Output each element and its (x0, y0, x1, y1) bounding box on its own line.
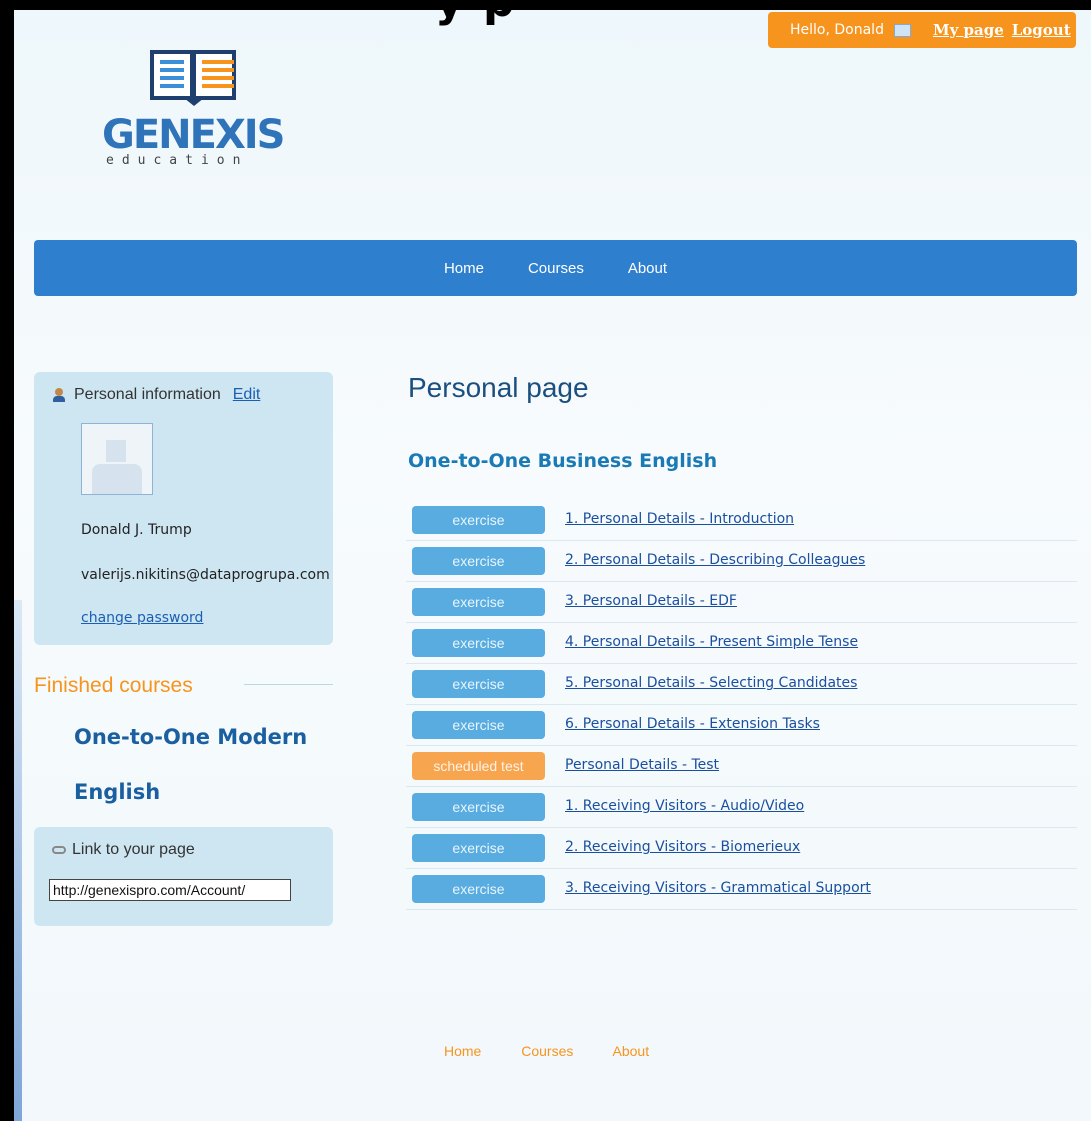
exercise-badge[interactable]: exercise (412, 711, 545, 739)
logo[interactable]: GENEXIS education (102, 48, 285, 173)
person-icon (52, 388, 66, 402)
user-name: Donald J. Trump (81, 522, 192, 538)
book-logo-icon (150, 50, 236, 106)
exercise-link[interactable]: 3. Receiving Visitors - Grammatical Supp… (565, 880, 871, 896)
page-link-heading: Link to your page (72, 841, 195, 858)
change-password-link[interactable]: change password (81, 610, 203, 626)
personal-info-header: Personal information Edit (52, 386, 260, 404)
footer-nav: Home Courses About (444, 1043, 685, 1059)
exercise-badge[interactable]: exercise (412, 834, 545, 862)
exercise-badge[interactable]: exercise (412, 793, 545, 821)
list-item: exercise 1. Personal Details - Introduct… (406, 500, 1077, 541)
finished-course[interactable]: One-to-One Modern English (74, 710, 334, 820)
finished-course-line1: One-to-One Modern (74, 725, 308, 749)
exercise-list: exercise 1. Personal Details - Introduct… (406, 500, 1077, 910)
window-frame-top (0, 0, 1091, 10)
exercise-badge[interactable]: exercise (412, 875, 545, 903)
exercise-link[interactable]: 2. Receiving Visitors - Biomerieux (565, 839, 800, 855)
exercise-link[interactable]: 3. Personal Details - EDF (565, 593, 737, 609)
exercise-link[interactable]: 1. Receiving Visitors - Audio/Video (565, 798, 804, 814)
user-bar: Hello, Donald My page Logout (768, 12, 1076, 48)
avatar (81, 423, 153, 495)
list-item: exercise 3. Receiving Visitors - Grammat… (406, 869, 1077, 910)
mail-icon[interactable] (893, 23, 911, 37)
course-title: One-to-One Business English (408, 450, 718, 472)
exercise-link[interactable]: 1. Personal Details - Introduction (565, 511, 794, 527)
page-link-panel: Link to your page (34, 827, 333, 926)
footer-courses[interactable]: Courses (521, 1043, 573, 1059)
my-page-link[interactable]: My page (933, 21, 1004, 39)
list-item: exercise 2. Receiving Visitors - Biomeri… (406, 828, 1077, 869)
list-item: exercise 3. Personal Details - EDF (406, 582, 1077, 623)
exercise-link[interactable]: 4. Personal Details - Present Simple Ten… (565, 634, 858, 650)
link-icon (52, 846, 66, 854)
exercise-badge[interactable]: exercise (412, 506, 545, 534)
exercise-link[interactable]: 5. Personal Details - Selecting Candidat… (565, 675, 857, 691)
nav-courses[interactable]: Courses (528, 260, 584, 277)
finished-divider (244, 684, 333, 685)
exercise-badge[interactable]: exercise (412, 547, 545, 575)
personal-info-panel: Personal information Edit Donald J. Trum… (34, 372, 333, 645)
footer-about[interactable]: About (613, 1043, 650, 1059)
exercise-link[interactable]: 2. Personal Details - Describing Colleag… (565, 552, 865, 568)
list-item: exercise 6. Personal Details - Extension… (406, 705, 1077, 746)
top-title-fragment: y p (435, 0, 517, 27)
logo-tagline: education (106, 153, 249, 168)
page-link-field[interactable] (49, 879, 291, 901)
page-link-header: Link to your page (52, 841, 195, 859)
logout-link[interactable]: Logout (1012, 21, 1071, 39)
exercise-badge[interactable]: exercise (412, 629, 545, 657)
edit-link[interactable]: Edit (233, 386, 261, 404)
exercise-badge[interactable]: exercise (412, 588, 545, 616)
page-title: Personal page (408, 372, 589, 403)
avatar-body-shape (92, 464, 142, 494)
footer-home[interactable]: Home (444, 1043, 481, 1059)
window-frame-left (0, 0, 14, 1121)
personal-info-heading: Personal information (74, 386, 221, 403)
user-email: valerijs.nikitins@dataprogrupa.com (81, 567, 330, 583)
logo-brand: GENEXIS (102, 112, 285, 158)
exercise-link[interactable]: Personal Details - Test (565, 757, 719, 773)
list-item: exercise 5. Personal Details - Selecting… (406, 664, 1077, 705)
finished-courses-heading: Finished courses (34, 674, 193, 697)
main-nav: Home Courses About (34, 240, 1077, 296)
nav-home[interactable]: Home (444, 260, 484, 277)
scheduled-test-badge[interactable]: scheduled test (412, 752, 545, 780)
list-item: exercise 4. Personal Details - Present S… (406, 623, 1077, 664)
list-item: exercise 2. Personal Details - Describin… (406, 541, 1077, 582)
exercise-badge[interactable]: exercise (412, 670, 545, 698)
greeting: Hello, Donald (790, 22, 884, 38)
avatar-head-shape (106, 440, 126, 462)
exercise-link[interactable]: 6. Personal Details - Extension Tasks (565, 716, 820, 732)
list-item: exercise 1. Receiving Visitors - Audio/V… (406, 787, 1077, 828)
list-item: scheduled test Personal Details - Test (406, 746, 1077, 787)
nav-about[interactable]: About (628, 260, 667, 277)
finished-course-line2: English (74, 780, 161, 804)
background-glow (14, 600, 22, 1121)
